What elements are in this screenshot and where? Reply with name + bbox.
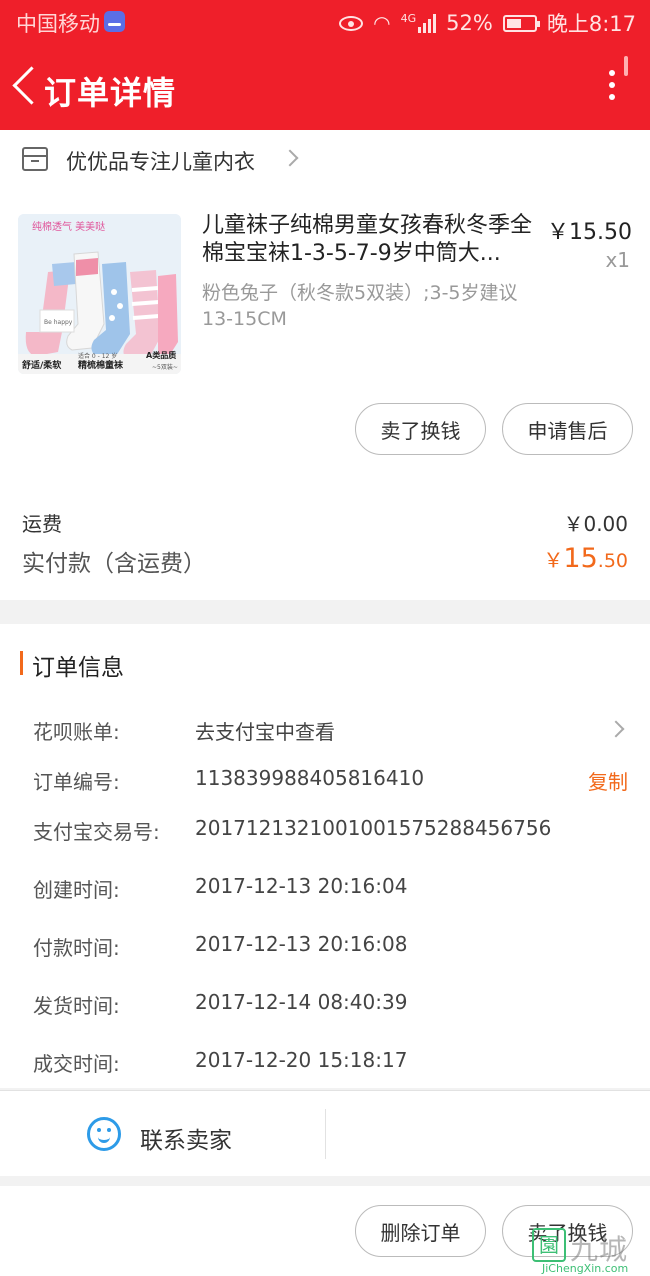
- sell-for-cash-button[interactable]: 卖了换钱: [355, 403, 486, 455]
- paid-currency: ￥: [543, 548, 564, 572]
- shipped-time-row: 发货时间: 2017-12-14 08:40:39: [0, 982, 650, 1022]
- product-image[interactable]: 纯棉透气 美美哒 Be happy 舒适/柔软 精梳棉童袜 适合 0 - 12 …: [18, 214, 181, 374]
- shop-link[interactable]: 优优品专注儿童内衣: [0, 130, 650, 190]
- chevron-right-icon: [281, 149, 299, 167]
- shop-icon: [22, 147, 48, 171]
- signal-icon: [418, 13, 437, 33]
- status-icons: ◠ 4G 52% 晚上8:17: [339, 8, 636, 38]
- paid-amount-value: ￥15.50: [543, 543, 628, 574]
- huabei-row[interactable]: 花呗账单: 去支付宝中查看: [0, 708, 650, 748]
- chevron-right-icon: [607, 720, 625, 738]
- after-sale-button[interactable]: 申请售后: [502, 403, 633, 455]
- decoration: [624, 56, 628, 76]
- huabei-value: 去支付宝中查看: [195, 720, 335, 744]
- image-age-text: 适合 0 - 12 岁: [78, 352, 117, 360]
- closed-time-value: 2017-12-20 15:18:17: [195, 1048, 408, 1072]
- product-price: ￥15.50: [547, 220, 632, 245]
- order-info-card: 订单信息 花呗账单: 去支付宝中查看 订单编号: 113839988405816…: [0, 624, 650, 1088]
- image-banner-text: 纯棉透气 美美哒: [32, 220, 105, 233]
- image-grade-text: A类品质: [146, 350, 176, 360]
- network-type: 4G: [400, 11, 417, 25]
- app-notification-icon: [104, 11, 125, 32]
- paid-integer: 15: [563, 543, 598, 574]
- watermark: 園 九城网 JiChengXin.com: [532, 1226, 650, 1276]
- clock: 晚上8:17: [546, 12, 636, 36]
- eye-comfort-icon: [339, 15, 364, 31]
- alipay-trade-value: 2017121321001001575288456756: [195, 816, 552, 840]
- nav-bar: 订单详情: [0, 44, 650, 130]
- paid-amount-label: 实付款（含运费）: [22, 551, 206, 577]
- freight-label: 运费: [22, 512, 62, 536]
- closed-time-label: 成交时间:: [33, 1052, 120, 1076]
- carrier-name: 中国移动: [16, 12, 100, 36]
- watermark-logo-icon: 園: [532, 1228, 566, 1262]
- top-bar: 中国移动 ◠ 4G 52% 晚上8:17 订单详情: [0, 0, 650, 130]
- closed-time-row: 成交时间: 2017-12-20 15:18:17: [0, 1040, 650, 1080]
- paid-time-label: 付款时间:: [33, 936, 120, 960]
- order-number-label: 订单编号:: [33, 770, 120, 794]
- paid-time-row: 付款时间: 2017-12-13 20:16:08: [0, 924, 650, 964]
- order-number-value: 113839988405816410: [195, 766, 425, 790]
- section-accent: [20, 651, 23, 675]
- watermark-url: JiChengXin.com: [542, 1262, 629, 1275]
- delete-order-button[interactable]: 删除订单: [355, 1205, 486, 1257]
- created-time-label: 创建时间:: [33, 878, 120, 902]
- paid-time-value: 2017-12-13 20:16:08: [195, 932, 408, 956]
- shipped-time-value: 2017-12-14 08:40:39: [195, 990, 408, 1014]
- huabei-label: 花呗账单:: [33, 720, 120, 744]
- product-quantity: x1: [605, 248, 630, 272]
- divider: [325, 1109, 326, 1159]
- freight-value: ￥0.00: [563, 512, 628, 536]
- paid-decimal: .50: [597, 550, 628, 572]
- image-bottom-left-text: 舒适/柔软: [22, 359, 62, 371]
- battery-percent: 52%: [446, 11, 493, 35]
- created-time-value: 2017-12-13 20:16:04: [195, 874, 408, 898]
- contact-bar: 联系卖家: [0, 1090, 650, 1176]
- status-bar: 中国移动 ◠ 4G 52% 晚上8:17: [0, 0, 650, 44]
- shop-name: 优优品专注儿童内衣: [66, 150, 255, 174]
- image-card-text: Be happy: [44, 319, 73, 326]
- copy-button[interactable]: 复制: [588, 766, 628, 795]
- order-number-row: 订单编号: 113839988405816410 复制: [0, 758, 650, 798]
- product-sku: 粉色兔子（秋冬款5双装）;3-5岁建议13-15CM: [202, 282, 518, 330]
- more-menu-icon[interactable]: [602, 70, 622, 110]
- product-title[interactable]: 儿童袜子纯棉男童女孩春秋冬季全棉宝宝袜1-3-5-7-9岁中筒大...: [202, 212, 538, 268]
- created-time-row: 创建时间: 2017-12-13 20:16:04: [0, 866, 650, 906]
- alipay-trade-row: 支付宝交易号: 2017121321001001575288456756: [0, 808, 650, 848]
- chat-smile-icon: [87, 1117, 121, 1151]
- shipped-time-label: 发货时间:: [33, 994, 120, 1018]
- contact-seller-label: 联系卖家: [140, 1128, 232, 1154]
- order-item-card: 优优品专注儿童内衣 纯棉透气 美美哒 Be happy 舒适/柔软 精梳棉童袜 …: [0, 130, 650, 600]
- contact-seller-button[interactable]: 联系卖家: [0, 1091, 325, 1177]
- page-title: 订单详情: [44, 74, 177, 112]
- back-icon[interactable]: [10, 64, 42, 110]
- image-pack-text: ~5双装~: [152, 363, 178, 371]
- wifi-icon: ◠: [373, 11, 391, 35]
- section-title: 订单信息: [32, 655, 124, 681]
- image-bottom-right-text: 精梳棉童袜: [78, 359, 124, 371]
- battery-icon: [502, 14, 540, 32]
- alipay-trade-label: 支付宝交易号:: [33, 820, 160, 844]
